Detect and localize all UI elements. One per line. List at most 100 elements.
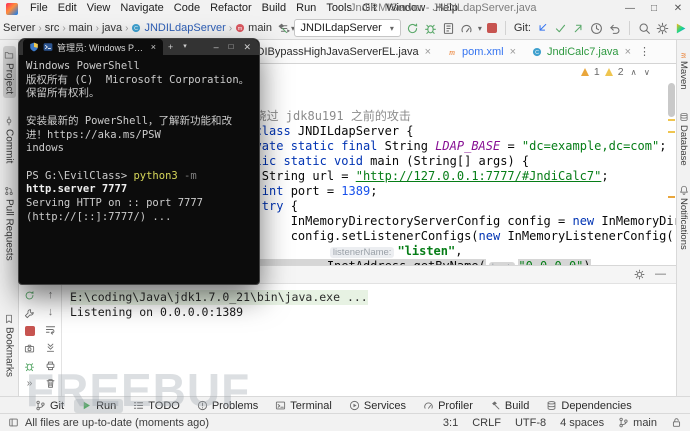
breadcrumb-separator: › [125, 22, 129, 34]
scroll-to-end-icon[interactable] [45, 342, 56, 353]
tool-window-button-database[interactable]: Database [678, 109, 689, 169]
build-project-icon[interactable] [276, 22, 289, 35]
tool-window-button-project[interactable]: Project [2, 46, 16, 99]
settings-gear-icon[interactable] [634, 269, 645, 280]
maximize-icon[interactable]: □ [642, 0, 666, 17]
hide-panel-icon[interactable]: — [655, 269, 666, 280]
caret-position[interactable]: 3:1 [443, 417, 458, 429]
tab-close-icon[interactable]: × [150, 39, 157, 55]
run-console[interactable]: E:\coding\Java\jdk1.7.0_21\bin\java.exe … [62, 284, 676, 397]
tool-window-button-todo[interactable]: TODO [126, 399, 187, 413]
minimize-icon[interactable]: — [618, 0, 642, 17]
inspections-widget[interactable]: 1 2 ∧ ∨ [580, 66, 650, 78]
tool-window-button-build[interactable]: Build [483, 399, 536, 413]
breadcrumb-src[interactable]: src [45, 22, 60, 34]
print-icon[interactable] [45, 360, 56, 371]
git-update-icon[interactable] [536, 22, 549, 35]
git-branch-widget[interactable]: main [618, 417, 657, 429]
menu-run[interactable]: Run [291, 0, 321, 17]
hide-icons-chevrons-icon[interactable]: » [27, 379, 33, 389]
run-configuration-select[interactable]: JNDILdapServer ▾ [293, 19, 401, 37]
menu-refactor[interactable]: Refactor [205, 0, 257, 17]
close-icon[interactable]: ✕ [666, 0, 690, 17]
breadcrumb-main[interactable]: main [69, 22, 93, 34]
tool-window-button-run[interactable]: Run [74, 398, 124, 413]
powershell-icon [43, 42, 53, 52]
tool-window-button-problems[interactable]: Problems [190, 399, 265, 413]
breadcrumb-server[interactable]: Server [3, 22, 35, 34]
tab-close-icon[interactable]: × [510, 46, 516, 58]
soft-wrap-icon[interactable] [45, 324, 56, 335]
debug-bug-icon[interactable] [424, 22, 437, 35]
minimize-icon[interactable]: – [209, 39, 224, 55]
breadcrumb-jndildapserver[interactable]: C JNDILdapServer [131, 22, 226, 34]
tool-window-button-terminal[interactable]: Terminal [268, 399, 339, 413]
tool-window-button-bookmarks[interactable]: Bookmarks [3, 310, 16, 381]
terminal-line: Windows PowerShell [26, 60, 140, 72]
run-button-icon[interactable] [406, 22, 419, 35]
tool-window-button-pull-requests[interactable]: Pull Requests [3, 182, 16, 265]
chevron-up-icon[interactable]: ∧ [631, 67, 637, 78]
tool-window-button-git[interactable]: Git [28, 399, 71, 413]
tool-window-button-commit[interactable]: Commit [3, 112, 16, 167]
more-tabs-icon[interactable]: ⋮ [639, 45, 650, 58]
new-tab-icon[interactable]: + [163, 39, 178, 55]
intellij-logo-icon [6, 2, 18, 15]
menu-code[interactable]: Code [169, 0, 205, 17]
down-stack-trace-icon[interactable]: ↓ [48, 307, 54, 318]
warning-stripe-mark[interactable] [668, 196, 675, 198]
run-with-coverage-icon[interactable] [442, 22, 455, 35]
file-encoding[interactable]: UTF-8 [515, 417, 546, 429]
settings-gear-icon[interactable] [656, 22, 669, 35]
admin-shield-icon [29, 42, 39, 52]
tool-window-button-services[interactable]: Services [342, 399, 413, 413]
profiler-icon[interactable] [460, 22, 473, 35]
powershell-window[interactable]: 管理员: Windows Powe × + ▾ – □ ✕ Windows Po… [18, 38, 260, 285]
maximize-icon[interactable]: □ [224, 39, 239, 55]
rerun-icon[interactable] [24, 290, 35, 301]
tab-close-icon[interactable]: × [625, 46, 631, 58]
git-commit-check-icon[interactable] [554, 22, 567, 35]
tool-window-button-dependencies[interactable]: Dependencies [539, 399, 638, 413]
terminal-title-bar[interactable]: 管理员: Windows Powe × + ▾ – □ ✕ [19, 39, 259, 55]
tab-close-icon[interactable]: × [425, 46, 431, 58]
menu-navigate[interactable]: Navigate [115, 0, 168, 17]
tool-window-button-maven[interactable]: m Maven [678, 45, 689, 93]
indent-style[interactable]: 4 spaces [560, 417, 604, 429]
chevron-down-icon[interactable]: ▾ [478, 24, 482, 33]
thread-dump-camera-icon[interactable] [24, 343, 35, 354]
tab-dropdown-icon[interactable]: ▾ [178, 39, 192, 55]
vcs-sync-status[interactable]: All files are up-to-date (moments ago) [8, 417, 209, 429]
editor-tab-jndicalc7-java[interactable]: C JndiCalc7.java × [524, 40, 639, 63]
rollback-undo-icon[interactable] [608, 22, 621, 35]
modify-run-config-wrench-icon[interactable] [24, 308, 35, 319]
menu-build[interactable]: Build [257, 0, 291, 17]
menu-edit[interactable]: Edit [53, 0, 82, 17]
breadcrumb-main[interactable]: m main [235, 22, 272, 34]
chevron-down-icon[interactable]: ∨ [644, 67, 650, 78]
terminal-tab[interactable]: 管理员: Windows Powe × [23, 39, 163, 55]
stop-button-icon[interactable] [24, 326, 35, 336]
menu-view[interactable]: View [82, 0, 116, 17]
editor-scrollbar[interactable] [668, 83, 675, 117]
tool-window-button-profiler[interactable]: Profiler [416, 399, 480, 413]
window-layout-icon[interactable] [8, 417, 19, 428]
breadcrumb-java[interactable]: java [102, 22, 122, 34]
history-clock-icon[interactable] [590, 22, 603, 35]
warning-stripe-mark[interactable] [668, 131, 675, 133]
lock-icon[interactable] [671, 417, 682, 428]
terminal-output[interactable]: Windows PowerShell 版权所有 (C) Microsoft Cor… [19, 55, 259, 284]
tool-window-button-notifications[interactable]: Notifications [678, 182, 689, 253]
stop-button-icon[interactable] [486, 23, 497, 33]
clear-all-trash-icon[interactable] [45, 378, 56, 389]
git-push-icon[interactable] [572, 22, 585, 35]
attach-debugger-bug-icon[interactable] [24, 361, 35, 372]
menu-file[interactable]: File [25, 0, 53, 17]
search-everywhere-icon[interactable] [638, 22, 651, 35]
warning-stripe-mark[interactable] [668, 119, 675, 121]
ide-features-trainer-icon[interactable] [674, 22, 687, 35]
editor-tab-pom-xml[interactable]: m pom.xml × [439, 40, 524, 63]
up-stack-trace-icon[interactable]: ↑ [48, 290, 54, 301]
line-separator[interactable]: CRLF [472, 417, 501, 429]
close-icon[interactable]: ✕ [238, 39, 259, 55]
